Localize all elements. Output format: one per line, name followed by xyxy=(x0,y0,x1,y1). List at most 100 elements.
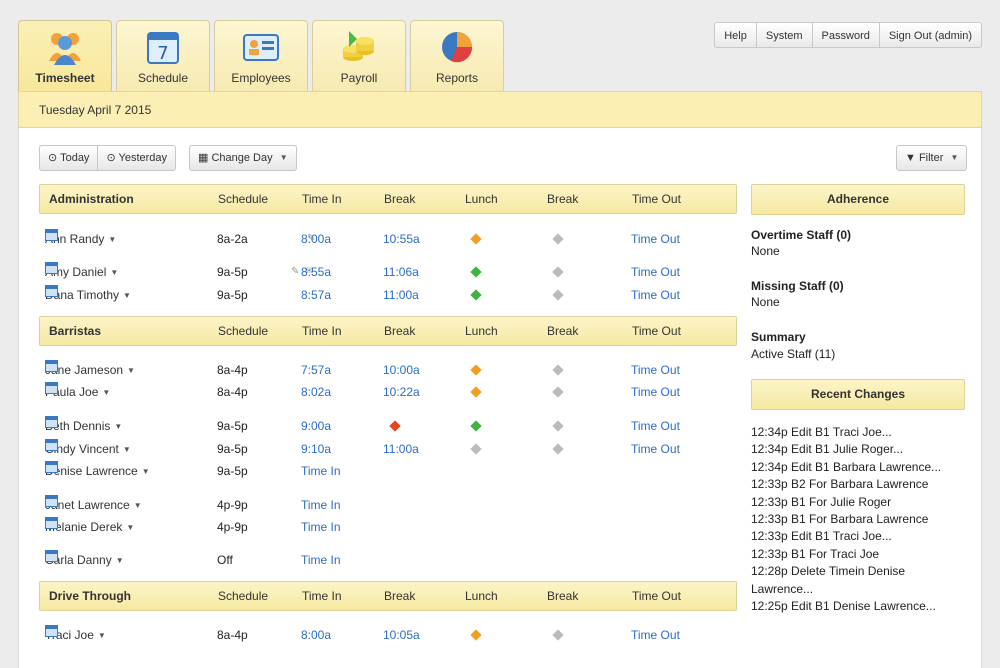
filter-button[interactable]: ▼ Filter ▼ xyxy=(896,145,968,171)
status-gray-icon[interactable] xyxy=(552,629,564,641)
employee-name[interactable]: Cindy Vincent ▼ xyxy=(45,439,131,460)
employee-name[interactable]: Dana Timothy ▼ xyxy=(45,285,131,306)
break1-cell[interactable]: 10:05a xyxy=(383,625,420,645)
chevron-down-icon[interactable]: ▼ xyxy=(123,445,131,454)
chevron-down-icon[interactable]: ▼ xyxy=(126,523,134,532)
status-orange-icon[interactable] xyxy=(470,386,482,398)
time-in-cell[interactable]: 8:57a xyxy=(301,285,331,305)
change-item[interactable]: 12:33p B2 For Barbara Lawrence xyxy=(751,477,928,491)
chevron-down-icon[interactable]: ▼ xyxy=(116,556,124,565)
status-red-icon[interactable] xyxy=(389,420,401,432)
chevron-down-icon[interactable]: ▼ xyxy=(134,501,142,510)
chevron-down-icon[interactable]: ▼ xyxy=(108,235,116,244)
change-item[interactable]: 12:28p Delete Timein Denise xyxy=(751,564,905,578)
schedule-cell: 4p-9p xyxy=(217,498,248,512)
time-in-cell[interactable]: 8:00a xyxy=(301,229,331,249)
change-item[interactable]: 12:33p B1 For Traci Joe xyxy=(751,547,879,561)
employee-name[interactable]: Melanie Derek ▼ xyxy=(45,517,134,538)
tab-reports[interactable]: Reports xyxy=(410,20,504,92)
sign-out-button[interactable]: Sign Out (admin) xyxy=(878,22,982,48)
chevron-down-icon[interactable]: ▼ xyxy=(114,422,122,431)
time-out-cell[interactable]: Time Out xyxy=(631,285,680,305)
time-out-cell[interactable]: Time Out xyxy=(631,625,680,645)
time-out-cell[interactable]: Time Out xyxy=(631,382,680,402)
change-item[interactable]: 12:34p Edit B1 Julie Roger... xyxy=(751,442,903,456)
chevron-down-icon[interactable]: ▼ xyxy=(98,631,106,640)
help-button[interactable]: Help xyxy=(714,22,757,48)
tab-payroll[interactable]: Payroll xyxy=(312,20,406,92)
status-green-icon[interactable] xyxy=(470,420,482,432)
chevron-down-icon[interactable]: ▼ xyxy=(127,366,135,375)
system-button[interactable]: System xyxy=(755,22,813,48)
change-item[interactable]: 12:33p B1 For Barbara Lawrence xyxy=(751,512,928,526)
time-in-cell[interactable]: Time In xyxy=(301,495,341,515)
schedule-cell: 8a-4p xyxy=(217,363,248,377)
break1-cell[interactable]: 10:22a xyxy=(383,382,420,402)
time-out-cell[interactable]: Time Out xyxy=(631,416,680,436)
status-orange-icon[interactable] xyxy=(470,629,482,641)
time-in-cell[interactable]: Time In xyxy=(301,517,341,537)
status-gray-icon[interactable] xyxy=(552,233,564,245)
time-out-cell[interactable]: Time Out xyxy=(631,439,680,459)
time-in-cell[interactable]: 9:00a xyxy=(301,416,331,436)
status-green-icon[interactable] xyxy=(470,266,482,278)
employee-name[interactable]: Denise Lawrence ▼ xyxy=(45,461,150,482)
tab-label: Payroll xyxy=(340,71,378,85)
employee-name[interactable]: Janet Lawrence ▼ xyxy=(45,495,142,516)
time-in-cell[interactable]: 9:10a xyxy=(301,439,331,459)
chevron-down-icon[interactable]: ▼ xyxy=(102,388,110,397)
employee-name[interactable]: Paula Joe ▼ xyxy=(45,382,110,403)
employee-name[interactable]: Amy Daniel ▼ xyxy=(45,262,118,283)
status-green-icon[interactable] xyxy=(470,289,482,301)
status-orange-icon[interactable] xyxy=(470,364,482,376)
tab-timesheet[interactable]: Timesheet xyxy=(18,20,112,94)
employee-name[interactable]: Traci Joe ▼ xyxy=(45,625,106,646)
break1-cell[interactable]: 10:00a xyxy=(383,360,420,380)
change-item[interactable]: 12:33p B1 For Julie Roger xyxy=(751,495,891,509)
change-item[interactable]: 12:34p Edit B1 Barbara Lawrence... xyxy=(751,460,941,474)
today-button[interactable]: ⊙ Today xyxy=(39,145,99,171)
adherence-header: Adherence xyxy=(751,184,965,215)
change-item[interactable]: Lawrence... xyxy=(751,582,813,596)
chevron-down-icon[interactable]: ▼ xyxy=(110,268,118,277)
time-out-cell[interactable]: Time Out xyxy=(631,360,680,380)
top-nav: Help System Password Sign Out (admin) xyxy=(714,22,982,48)
time-in-cell[interactable]: 8:55a xyxy=(301,262,331,282)
break1-cell[interactable]: 11:06a xyxy=(383,262,419,282)
password-button[interactable]: Password xyxy=(811,22,880,48)
status-gray-icon[interactable] xyxy=(552,443,564,455)
status-gray-icon[interactable] xyxy=(470,443,482,455)
yesterday-button[interactable]: ⊙ Yesterday xyxy=(97,145,177,171)
employee-name[interactable]: Ann Randy ▼ xyxy=(45,229,116,250)
break1-cell[interactable]: 10:55a xyxy=(383,229,420,249)
change-item[interactable]: 12:33p Edit B1 Traci Joe... xyxy=(751,529,892,543)
change-item[interactable]: 12:34p Edit B1 Traci Joe... xyxy=(751,425,892,439)
tab-schedule[interactable]: 7 Schedule xyxy=(116,20,210,92)
status-gray-icon[interactable] xyxy=(552,289,564,301)
tab-employees[interactable]: Employees xyxy=(214,20,308,92)
time-out-cell[interactable]: Time Out xyxy=(631,229,680,249)
pencil-icon[interactable]: ✎ xyxy=(291,262,299,282)
chevron-down-icon[interactable]: ▼ xyxy=(142,467,150,476)
time-out-cell[interactable]: Time Out xyxy=(631,262,680,282)
status-gray-icon[interactable] xyxy=(552,266,564,278)
time-in-cell[interactable]: Time In xyxy=(301,461,341,481)
time-in-cell[interactable]: 8:00a xyxy=(301,625,331,645)
status-gray-icon[interactable] xyxy=(552,420,564,432)
employee-name[interactable]: Carla Danny ▼ xyxy=(45,550,124,571)
filter-icon: ▼ xyxy=(905,152,916,164)
break1-cell[interactable]: 11:00a xyxy=(383,285,419,305)
chevron-down-icon[interactable]: ▼ xyxy=(123,291,131,300)
break1-cell[interactable]: 11:00a xyxy=(383,439,419,459)
status-gray-icon[interactable] xyxy=(552,386,564,398)
employee-name[interactable]: Jane Jameson ▼ xyxy=(45,360,135,381)
time-in-cell[interactable]: 8:02a xyxy=(301,382,331,402)
status-orange-icon[interactable] xyxy=(470,233,482,245)
time-in-cell[interactable]: Time In xyxy=(301,550,341,570)
status-gray-icon[interactable] xyxy=(552,364,564,376)
change-item[interactable]: 12:25p Edit B1 Denise Lawrence... xyxy=(751,599,936,613)
employee-name[interactable]: Beth Dennis ▼ xyxy=(45,416,122,437)
change-day-button[interactable]: ▦ Change Day ▼ xyxy=(189,145,297,171)
overtime-value: None xyxy=(751,244,780,258)
time-in-cell[interactable]: 7:57a xyxy=(301,360,331,380)
